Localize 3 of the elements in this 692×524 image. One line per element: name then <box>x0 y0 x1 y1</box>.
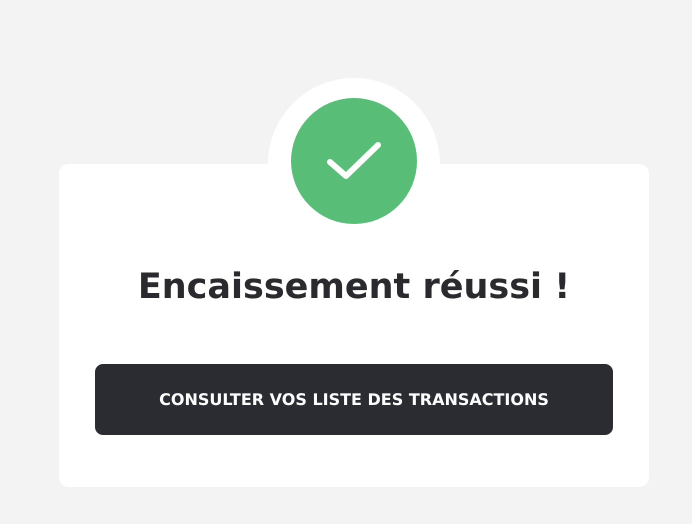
success-title: Encaissement réussi ! <box>138 266 570 309</box>
transactions-button[interactable]: CONSULTER VOS LISTE DES TRANSACTIONS <box>95 364 613 435</box>
checkmark-icon <box>326 140 382 182</box>
